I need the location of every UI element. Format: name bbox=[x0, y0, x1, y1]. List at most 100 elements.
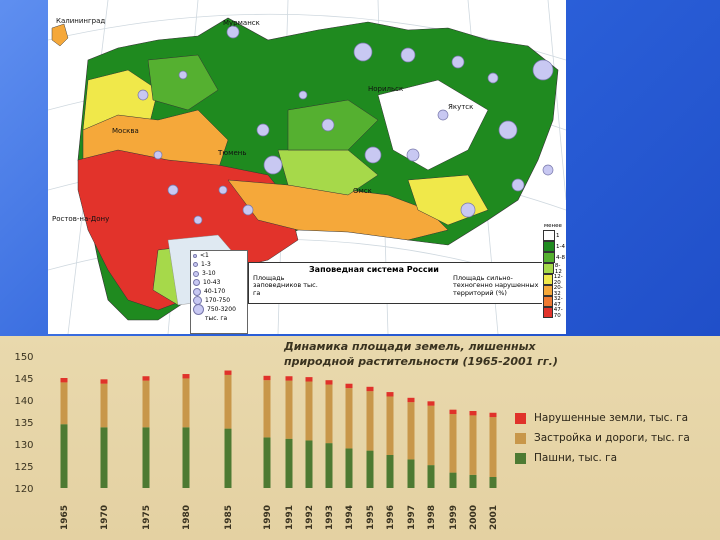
bar-segment bbox=[285, 438, 293, 488]
x-tick-label: 1991 bbox=[285, 505, 295, 530]
bar-segment bbox=[345, 388, 353, 449]
bar-segment bbox=[182, 427, 190, 488]
bar-segment bbox=[469, 411, 477, 416]
disturbance-legend-swatch bbox=[543, 263, 554, 274]
bar-segment bbox=[305, 377, 313, 382]
x-tick-label: 2000 bbox=[469, 505, 479, 530]
x-tick-label: 1985 bbox=[224, 505, 234, 530]
map-label-omsk: Омск bbox=[353, 187, 372, 195]
legend-left-row: 40-170 bbox=[204, 288, 226, 295]
bar-segment bbox=[386, 392, 394, 397]
bar-segment bbox=[325, 380, 333, 385]
chart-legend-label: Нарушенные земли, тыс. га bbox=[534, 412, 689, 424]
bar-segment bbox=[285, 376, 293, 381]
bar-segment bbox=[100, 379, 108, 384]
bar-segment bbox=[142, 376, 150, 381]
reserve-size-legend: <1 1-3 3-10 10-43 40-170 170-750 750-320… bbox=[190, 250, 248, 334]
x-tick-label: 1992 bbox=[305, 505, 315, 530]
bar-segment bbox=[427, 405, 435, 466]
disturbance-legend-row: 4-8 bbox=[542, 252, 566, 263]
bar-segment bbox=[325, 384, 333, 444]
x-tick-label: 1975 bbox=[142, 505, 152, 530]
chart-legend-label: Пашни, тыс. га bbox=[534, 452, 618, 464]
x-tick-label: 2001 bbox=[489, 505, 499, 530]
bar-segment bbox=[142, 380, 150, 428]
legend-left-row: 170-750 bbox=[205, 297, 231, 304]
legend-left-row: 750-3200 bbox=[207, 306, 236, 313]
x-tick-label: 1994 bbox=[345, 505, 355, 530]
disturbance-legend-row: 1 bbox=[542, 230, 566, 241]
x-tick-label: 1996 bbox=[386, 505, 396, 530]
x-tick-label: 1995 bbox=[366, 505, 376, 530]
y-tick-label: 135 bbox=[14, 418, 33, 429]
x-tick-label: 1965 bbox=[60, 505, 70, 530]
x-tick-label: 1970 bbox=[100, 505, 110, 530]
disturbance-legend-swatch bbox=[543, 230, 555, 241]
chart-legend-label: Застройка и дороги, тыс. га bbox=[534, 432, 690, 444]
disturbance-legend-row: 20-32 bbox=[542, 285, 566, 297]
x-tick-label: 1993 bbox=[325, 505, 335, 530]
x-tick-label: 1997 bbox=[407, 505, 417, 530]
disturbance-legend-label: 1-4 bbox=[556, 243, 565, 250]
bar-segment bbox=[100, 427, 108, 488]
stacked-bar-chart: 120 125 130 135 140 145 150 1965 1970 1975 1980 198… bbox=[14, 352, 499, 530]
disturbance-legend-row: 1-4 bbox=[542, 241, 566, 252]
bar-segment bbox=[469, 415, 477, 475]
bar-segment bbox=[407, 459, 415, 488]
bar-segment bbox=[469, 474, 477, 488]
bar-segment bbox=[386, 396, 394, 455]
disturbance-legend-swatch bbox=[543, 285, 553, 296]
chart-legend: Нарушенные земли, тыс. га Застройка и дор… bbox=[515, 412, 690, 472]
bar-segment bbox=[60, 424, 68, 488]
disturbance-legend-swatch bbox=[543, 252, 555, 263]
y-tick-label: 130 bbox=[14, 440, 33, 451]
y-tick-label: 120 bbox=[14, 484, 33, 495]
disturbance-legend-swatch bbox=[543, 296, 553, 307]
bar-segment bbox=[60, 382, 68, 425]
map-caption-right: Площадь сильно-техногенно нарушенных тер… bbox=[453, 274, 539, 297]
disturbance-legend-label: 47-70 bbox=[553, 306, 563, 319]
y-tick-label: 140 bbox=[14, 396, 33, 407]
bar-segment bbox=[142, 427, 150, 488]
legend-left-unit: тыс. га bbox=[205, 315, 228, 322]
bar-segment bbox=[407, 402, 415, 460]
bar-segment bbox=[285, 380, 293, 439]
bar-segment bbox=[263, 375, 271, 381]
bar-segment bbox=[224, 428, 232, 488]
x-tick-label: 1998 bbox=[427, 505, 437, 530]
map-caption: Заповедная система России Площадь запове… bbox=[248, 262, 544, 304]
chart-legend-item: Застройка и дороги, тыс. га bbox=[515, 432, 690, 444]
bar-segment bbox=[366, 391, 374, 451]
map-label-rostov: Ростов-на-Дону bbox=[52, 215, 110, 223]
bar-segment bbox=[182, 374, 190, 379]
bar-segment bbox=[427, 401, 435, 406]
map-caption-title: Заповедная система России bbox=[309, 265, 439, 274]
x-tick-label: 1999 bbox=[449, 505, 459, 530]
disturbance-legend: менее 1 1-4 4-8 8-12 12-20 20-32 32-47 47-70 bbox=[542, 222, 566, 334]
map-label-yakutsk: Якутск bbox=[448, 103, 474, 111]
bar-segment bbox=[100, 383, 108, 428]
bar-segment bbox=[366, 386, 374, 392]
disturbance-legend-row: 47-70 bbox=[542, 306, 566, 319]
x-tick-label: 1980 bbox=[182, 505, 192, 530]
bar-segment bbox=[489, 417, 497, 477]
disturbance-legend-row: 32-47 bbox=[542, 296, 566, 308]
disturbance-legend-swatch bbox=[543, 307, 553, 318]
chart-legend-swatch bbox=[515, 412, 526, 424]
bar-segment bbox=[427, 465, 435, 488]
map-label-moskva: Москва bbox=[112, 127, 139, 135]
legend-left-row: 1-3 bbox=[201, 261, 211, 268]
disturbance-legend-swatch bbox=[543, 274, 553, 285]
bar-segment bbox=[366, 450, 374, 488]
bar-segment bbox=[224, 370, 232, 375]
bar-segment bbox=[263, 380, 271, 438]
disturbance-legend-header: менее bbox=[544, 223, 562, 229]
bar-segment bbox=[449, 472, 457, 488]
legend-left-row: 10-43 bbox=[203, 279, 221, 286]
chart-legend-swatch bbox=[515, 452, 526, 464]
disturbance-legend-label: 1 bbox=[556, 232, 560, 239]
y-tick-label: 150 bbox=[14, 352, 33, 363]
bar-segment bbox=[489, 477, 497, 488]
bar-segment bbox=[449, 409, 457, 415]
map-caption-left: Площадь заповедников тыс. га bbox=[253, 274, 318, 297]
